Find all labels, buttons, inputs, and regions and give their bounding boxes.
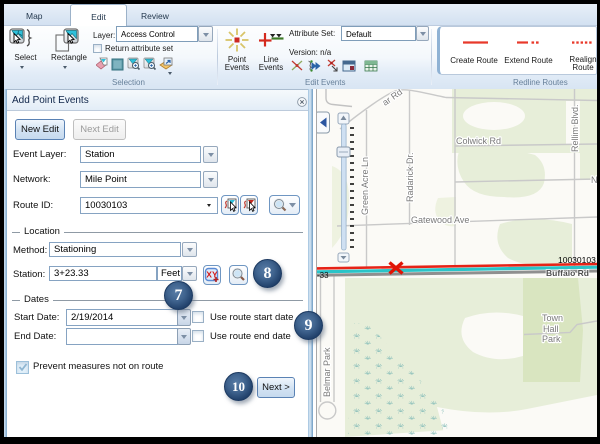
svg-text:Radarick Dr.: Radarick Dr. [405, 152, 415, 202]
svg-text:Hall: Hall [543, 324, 559, 334]
svg-text:Belmar Park: Belmar Park [322, 347, 332, 397]
svg-text:N: N [591, 175, 597, 185]
svg-text:Park: Park [542, 334, 561, 344]
svg-text:-33: -33 [317, 271, 329, 280]
svg-text:10030103: 10030103 [558, 255, 596, 265]
svg-text:Rellim Blvd.: Rellim Blvd. [570, 104, 580, 152]
svg-text:Colwick Rd: Colwick Rd [456, 136, 501, 146]
svg-text:Town: Town [542, 313, 563, 323]
svg-text:Green Acre Ln: Green Acre Ln [360, 157, 370, 215]
svg-text:Gatewood Ave: Gatewood Ave [411, 215, 469, 225]
svg-text:Buffalo Rd: Buffalo Rd [546, 268, 589, 278]
